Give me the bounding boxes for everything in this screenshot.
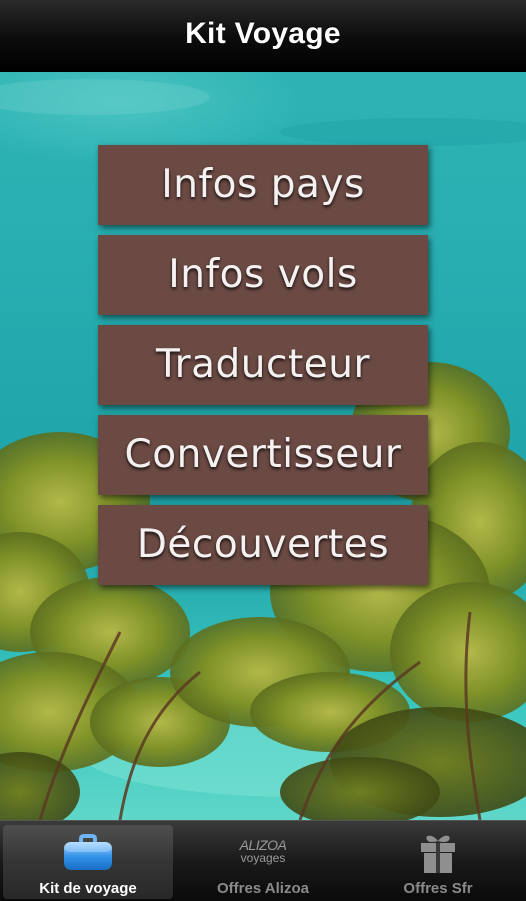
tab-kit-de-voyage[interactable]: Kit de voyage [3,825,173,899]
tab-label: Offres Sfr [403,880,473,897]
logo-text-bottom: voyages [240,851,286,865]
gift-icon [418,831,458,880]
decouvertes-button[interactable]: Découvertes [98,505,428,585]
page-title: Kit Voyage [185,17,341,50]
convertisseur-button[interactable]: Convertisseur [98,415,428,495]
briefcase-icon [62,831,114,878]
traducteur-button[interactable]: Traducteur [98,325,428,405]
tab-offres-alizoa[interactable]: ALIZOA voyages Offres Alizoa [178,825,348,899]
infos-pays-button[interactable]: Infos pays [98,145,428,225]
infos-vols-button[interactable]: Infos vols [98,235,428,315]
tab-label: Offres Alizoa [217,880,309,897]
tab-offres-sfr[interactable]: Offres Sfr [353,825,523,899]
alizoa-logo: ALIZOA voyages [223,838,303,865]
main-menu: Infos pays Infos vols Traducteur Convert… [98,145,428,595]
tab-label: Kit de voyage [39,880,137,897]
tab-bar: Kit de voyage ALIZOA voyages Offres Aliz… [0,820,526,901]
navigation-bar: Kit Voyage [0,0,526,73]
